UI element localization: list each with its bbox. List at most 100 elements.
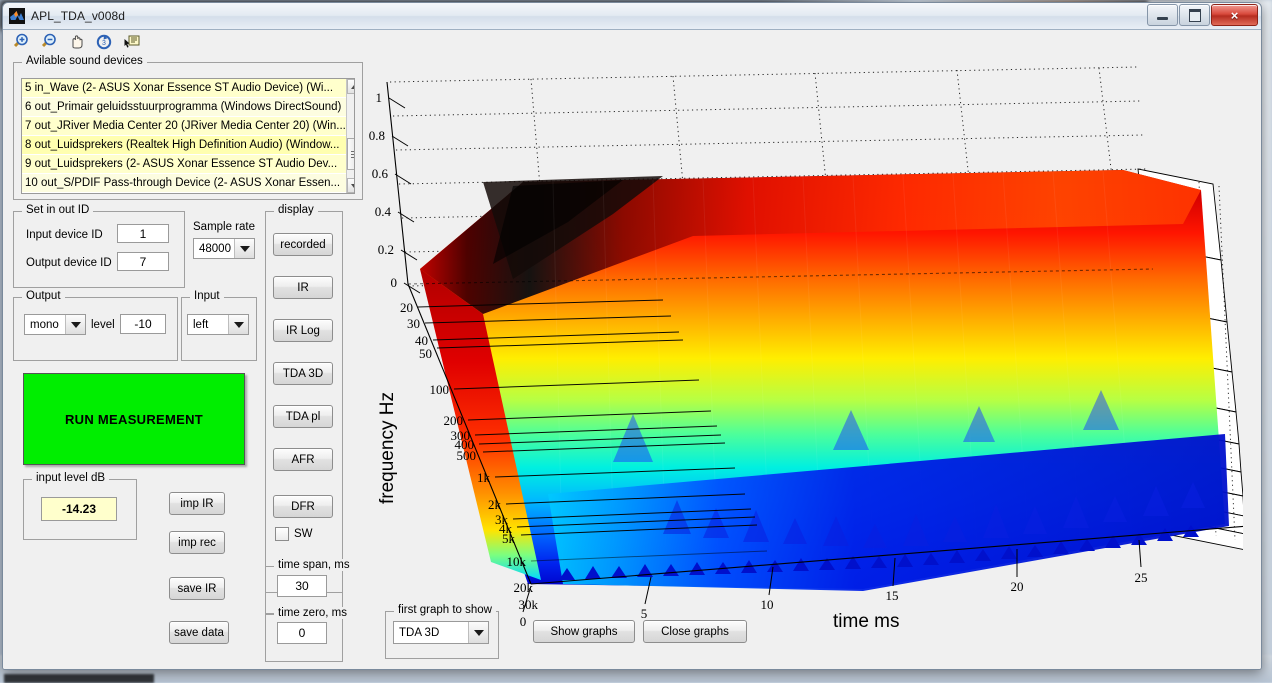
z-tick-label: 0.8 xyxy=(369,128,385,143)
input-channel-dropdown[interactable]: left xyxy=(187,314,249,335)
x-tick-label: 5 xyxy=(641,606,648,621)
sw-checkbox[interactable]: SW xyxy=(275,527,313,541)
list-item-selected[interactable]: 8 out_Luidsprekers (Realtek High Definit… xyxy=(22,136,346,155)
sample-rate-value: 48000 xyxy=(199,242,231,255)
y-tick-label: 5k xyxy=(502,531,516,546)
time-span-legend: time span, ms xyxy=(274,559,354,571)
input-level-legend: input level dB xyxy=(32,472,110,484)
matlab-icon xyxy=(9,8,25,24)
output-panel-legend: Output xyxy=(22,290,65,302)
x-tick-label: 0 xyxy=(520,614,527,629)
input-level-value: -14.23 xyxy=(41,497,117,521)
scroll-up-button[interactable] xyxy=(346,79,354,94)
y-tick-label: 200 xyxy=(444,413,464,428)
x-tick-label: 25 xyxy=(1135,570,1148,585)
client-area: Avilable sound devices 5 in_Wave (2- ASU… xyxy=(3,54,1261,669)
list-item[interactable]: 10 out_S/PDIF Pass-through Device (2- AS… xyxy=(22,174,346,193)
available-sound-devices-legend: Avilable sound devices xyxy=(22,55,147,67)
tda-pl-button[interactable]: TDA pl xyxy=(273,405,333,428)
zoom-out-icon[interactable] xyxy=(38,33,57,52)
time-zero-field[interactable]: 0 xyxy=(277,622,327,644)
sample-rate-dropdown[interactable]: 48000 xyxy=(193,238,255,259)
input-channel-value: left xyxy=(193,318,209,331)
checkbox-box xyxy=(275,527,289,541)
dfr-button[interactable]: DFR xyxy=(273,495,333,518)
z-tick-label: 1 xyxy=(376,90,383,105)
surface-mesh xyxy=(420,170,1229,591)
y-tick-label: 100 xyxy=(430,382,450,397)
time-span-field[interactable]: 30 xyxy=(277,575,327,597)
x-tick-label: 15 xyxy=(886,588,899,603)
tda-3d-button[interactable]: TDA 3D xyxy=(273,362,333,385)
set-in-out-id-panel: Set in out ID xyxy=(13,204,185,288)
z-tick-label: 0.4 xyxy=(375,204,392,219)
output-device-id-label: Output device ID xyxy=(26,257,112,269)
list-item[interactable]: 7 out_JRiver Media Center 20 (JRiver Med… xyxy=(22,117,346,136)
recorded-button[interactable]: recorded xyxy=(273,233,333,256)
application-window: APL_TDA_v008d × 3 Avilable sound devices… xyxy=(2,2,1262,670)
sw-checkbox-label: SW xyxy=(294,528,313,540)
imp-ir-button[interactable]: imp IR xyxy=(169,492,225,515)
ir-log-button[interactable]: IR Log xyxy=(273,319,333,342)
rotate-3d-icon[interactable]: 3 xyxy=(94,33,113,52)
set-in-out-id-legend: Set in out ID xyxy=(22,204,94,216)
sound-device-list[interactable]: 5 in_Wave (2- ASUS Xonar Essence ST Audi… xyxy=(21,78,355,194)
z-tick-label: 0 xyxy=(391,275,398,290)
scroll-down-button[interactable] xyxy=(346,178,354,193)
close-button[interactable]: × xyxy=(1211,4,1258,26)
y-tick-label: 10k xyxy=(507,554,527,569)
pan-icon[interactable] xyxy=(66,33,85,52)
output-device-id-field[interactable]: 7 xyxy=(117,252,169,271)
output-mode-value: mono xyxy=(30,318,59,331)
y-tick-label: 2k xyxy=(488,497,502,512)
y-tick-label: 30k xyxy=(519,597,539,612)
svg-text:3: 3 xyxy=(102,40,106,47)
input-device-id-label: Input device ID xyxy=(26,229,103,241)
output-level-label: level xyxy=(91,319,115,331)
save-data-button[interactable]: save data xyxy=(169,621,229,644)
z-tick-label: 0.6 xyxy=(372,166,389,181)
maximize-icon xyxy=(1188,8,1201,22)
title-bar[interactable]: APL_TDA_v008d × xyxy=(3,3,1261,30)
output-level-field[interactable]: -10 xyxy=(120,314,166,334)
minimize-icon xyxy=(1157,16,1168,20)
window-controls: × xyxy=(1147,4,1258,26)
x-tick-label: 10 xyxy=(761,597,774,612)
list-scrollbar[interactable] xyxy=(345,79,354,193)
scrollbar-thumb[interactable] xyxy=(346,138,354,170)
y-tick-label: 500 xyxy=(457,448,477,463)
y-tick-label: 20 xyxy=(400,300,413,315)
chevron-down-icon xyxy=(228,315,248,334)
y-tick-label: 30 xyxy=(407,316,420,331)
list-item[interactable]: 6 out_Primair geluidsstuurprogramma (Win… xyxy=(22,98,346,117)
minimize-button[interactable] xyxy=(1147,4,1178,26)
z-ticks xyxy=(388,97,421,294)
input-panel-legend: Input xyxy=(190,290,224,302)
close-icon: × xyxy=(1230,7,1239,23)
input-device-id-field[interactable]: 1 xyxy=(117,224,169,243)
output-mode-dropdown[interactable]: mono xyxy=(24,314,86,335)
grip-icon xyxy=(350,153,354,155)
y-tick-label: 1k xyxy=(477,470,491,485)
list-item[interactable]: 5 in_Wave (2- ASUS Xonar Essence ST Audi… xyxy=(22,79,346,98)
display-panel-legend: display xyxy=(274,204,318,216)
figure-toolbar: 3 xyxy=(3,30,1261,55)
imp-rec-button[interactable]: imp rec xyxy=(169,531,225,554)
tda-3d-plot[interactable]: 1 0.8 0.6 0.4 0.2 0 20 30 40 50 100 200 … xyxy=(363,64,1243,664)
x-tick-label: 20 xyxy=(1011,579,1024,594)
save-ir-button[interactable]: save IR xyxy=(169,577,225,600)
chevron-down-icon xyxy=(351,183,354,188)
tda-3d-surface-svg: 1 0.8 0.6 0.4 0.2 0 20 30 40 50 100 200 … xyxy=(369,66,1243,632)
maximize-button[interactable] xyxy=(1179,4,1210,26)
list-item[interactable]: 9 out_Luidsprekers (2- ASUS Xonar Essenc… xyxy=(22,155,346,174)
time-zero-legend: time zero, ms xyxy=(274,607,352,619)
sample-rate-label: Sample rate xyxy=(193,221,256,233)
chevron-up-icon xyxy=(351,84,354,89)
chevron-down-icon xyxy=(234,239,254,258)
sound-device-rows: 5 in_Wave (2- ASUS Xonar Essence ST Audi… xyxy=(22,79,346,193)
zoom-in-icon[interactable] xyxy=(10,33,29,52)
ir-button[interactable]: IR xyxy=(273,276,333,299)
afr-button[interactable]: AFR xyxy=(273,448,333,471)
run-measurement-button[interactable]: RUN MEASUREMENT xyxy=(23,373,245,465)
data-cursor-icon[interactable] xyxy=(122,33,141,52)
